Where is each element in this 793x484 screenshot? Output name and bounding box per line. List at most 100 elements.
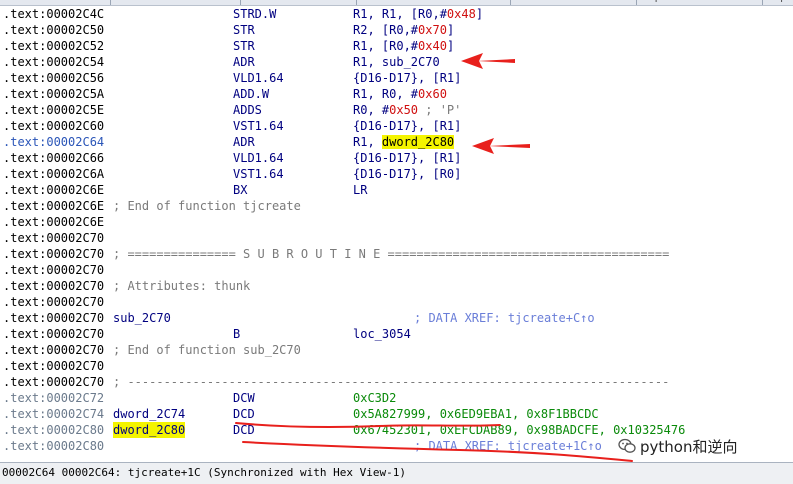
instruction-operands[interactable]: R1, dword_2C80 xyxy=(353,134,455,150)
data-xref-comment[interactable]: ; DATA XREF: tjcreate+1C↑o xyxy=(414,438,602,454)
tab-structures[interactable]: Structures xyxy=(362,0,414,4)
line-address: .text:00002C6E xyxy=(3,215,105,229)
listing-line[interactable]: .text:00002C52 STR R1, [R0,#0x40] xyxy=(0,38,793,54)
instruction-mnemonic: DCD xyxy=(233,423,255,437)
listing-line[interactable]: .text:00002C70 xyxy=(0,358,793,374)
instruction-mnemonic: ADD.W xyxy=(233,87,270,101)
line-address: .text:00002C80 xyxy=(3,439,105,453)
instruction-operands[interactable]: LR xyxy=(353,182,367,198)
line-address: .text:00002C70 xyxy=(3,311,105,325)
operand-token: dword_2C80 xyxy=(381,135,455,149)
instruction-operands[interactable]: R0, #0x50 ; 'P' xyxy=(353,102,461,118)
line-address: .text:00002C70 xyxy=(3,359,105,373)
tab-expor[interactable]: Expor xyxy=(768,0,793,4)
operand-token: LR xyxy=(353,183,368,197)
listing-line[interactable]: .text:00002C50 STR R2, [R0,#0x70] xyxy=(0,22,793,38)
listing-line[interactable]: .text:00002C70 ; End of function sub_2C70 xyxy=(0,342,793,358)
operand-token: ] xyxy=(446,23,455,37)
tab-separator xyxy=(110,0,111,5)
instruction-mnemonic: DCW xyxy=(233,391,255,405)
listing-line[interactable]: .text:00002C74 dword_2C74 DCD 0x5A827999, 0… xyxy=(0,406,793,422)
listing-line[interactable]: .text:00002C6E BX LR xyxy=(0,182,793,198)
listing-line[interactable]: .text:00002C60 VST1.64 {D16-D17}, [R1] xyxy=(0,118,793,134)
data-xref-comment[interactable]: ; DATA XREF: tjcreate+C↑o xyxy=(414,310,595,326)
instruction-operands[interactable]: R1, [R0,#0x40] xyxy=(353,38,454,54)
operand-token: R1, sub_2C70 xyxy=(353,55,440,69)
operand-token: R1, R1, [R0,# xyxy=(353,7,447,21)
tab-enums[interactable]: Enums xyxy=(516,0,550,4)
tab-separator xyxy=(356,0,357,5)
tab-pseudocode-a[interactable]: Pseudocode-A xyxy=(116,0,186,4)
operand-token: ] xyxy=(475,7,484,21)
tab-hex-view-1[interactable]: Hex View-1 xyxy=(246,0,302,4)
line-address: .text:00002C56 xyxy=(3,71,105,85)
tab-imports[interactable]: Imports xyxy=(642,0,680,4)
tab-view-a[interactable]: View-A xyxy=(6,0,40,4)
code-label[interactable]: dword_2C74 xyxy=(113,406,185,422)
operand-token: 0x60 xyxy=(418,87,447,101)
listing-line[interactable]: .text:00002C64 ADR R1, dword_2C80 xyxy=(0,134,793,150)
line-address: .text:00002C6E xyxy=(3,183,105,197)
code-label[interactable]: dword_2C80 xyxy=(113,422,186,438)
line-address: .text:00002C50 xyxy=(3,23,105,37)
operand-token: 0x40 xyxy=(418,39,447,53)
line-address: .text:00002C5E xyxy=(3,103,105,117)
operand-token: {D16-D17}, [R0] xyxy=(353,167,462,181)
listing-line[interactable]: .text:00002C6A VST1.64 {D16-D17}, [R0] xyxy=(0,166,793,182)
line-address: .text:00002C70 xyxy=(3,375,105,389)
listing-line[interactable]: .text:00002C72 DCW 0xC3D2 xyxy=(0,390,793,406)
disassembly-listing[interactable]: .text:00002C4C STRD.W R1, R1, [R0,#0x48] .t… xyxy=(0,6,793,462)
listing-line[interactable]: .text:00002C54 ADR R1, sub_2C70 xyxy=(0,54,793,70)
operand-token: R2, [R0,# xyxy=(353,23,419,37)
listing-line[interactable]: .text:00002C56 VLD1.64 {D16-D17}, [R1] xyxy=(0,70,793,86)
listing-line[interactable]: .text:00002C5A ADD.W R1, R0, #0x60 xyxy=(0,86,793,102)
listing-line[interactable]: .text:00002C70 ; Attributes: thunk xyxy=(0,278,793,294)
listing-line[interactable]: .text:00002C6E xyxy=(0,214,793,230)
line-comment: ; End of function sub_2C70 xyxy=(113,343,301,357)
instruction-operands[interactable]: {D16-D17}, [R0] xyxy=(353,166,461,182)
instruction-operands[interactable]: R1, R0, #0x60 xyxy=(353,86,447,102)
instruction-operands[interactable]: R1, sub_2C70 xyxy=(353,54,440,70)
listing-line[interactable]: .text:00002C5E ADDS R0, #0x50 ; 'P' xyxy=(0,102,793,118)
instruction-mnemonic: STR xyxy=(233,39,255,53)
instruction-operands[interactable]: {D16-D17}, [R1] xyxy=(353,150,461,166)
listing-line[interactable]: .text:00002C70 xyxy=(0,230,793,246)
code-label[interactable]: sub_2C70 xyxy=(113,310,171,326)
operand-token: R1, [R0,# xyxy=(353,39,419,53)
line-comment: ; End of function tjcreate xyxy=(113,199,301,213)
listing-line[interactable]: .text:00002C70 ; =============== S U B R … xyxy=(0,246,793,262)
line-address: .text:00002C6A xyxy=(3,167,105,181)
operand-token: ; 'P' xyxy=(418,103,462,117)
instruction-operands[interactable]: R2, [R0,#0x70] xyxy=(353,22,454,38)
instruction-operands[interactable]: loc_3054 xyxy=(353,326,411,342)
line-address: .text:00002C74 xyxy=(3,407,105,421)
line-address: .text:00002C5A xyxy=(3,87,105,101)
instruction-mnemonic: VST1.64 xyxy=(233,167,284,181)
instruction-mnemonic: VLD1.64 xyxy=(233,71,284,85)
instruction-operands[interactable]: {D16-D17}, [R1] xyxy=(353,70,461,86)
instruction-mnemonic: VLD1.64 xyxy=(233,151,284,165)
tab-separator xyxy=(636,0,637,5)
line-comment: ; --------------------------------------… xyxy=(113,375,670,389)
line-comment: ; =============== S U B R O U T I N E ==… xyxy=(113,247,670,261)
listing-line[interactable]: .text:00002C70 Bloc_3054 xyxy=(0,326,793,342)
listing-line[interactable]: .text:00002C70 xyxy=(0,262,793,278)
line-address: .text:00002C70 xyxy=(3,247,105,261)
instruction-operands[interactable]: R1, R1, [R0,#0x48] xyxy=(353,6,483,22)
listing-line[interactable]: .text:00002C4C STRD.W R1, R1, [R0,#0x48] xyxy=(0,6,793,22)
instruction-operands[interactable]: {D16-D17}, [R1] xyxy=(353,118,461,134)
instruction-operands[interactable]: 0x5A827999, 0x6ED9EBA1, 0x8F1BBCDC xyxy=(353,406,599,422)
instruction-operands[interactable]: 0xC3D2 xyxy=(353,390,396,406)
line-address: .text:00002C4C xyxy=(3,7,105,21)
listing-line[interactable]: .text:00002C70 ; ------------------------… xyxy=(0,374,793,390)
listing-line[interactable]: .text:00002C70 sub_2C70 ; DATA XREF: tjcre… xyxy=(0,310,793,326)
listing-line[interactable]: .text:00002C70 xyxy=(0,294,793,310)
operand-token: {D16-D17}, [R1] xyxy=(353,71,462,85)
instruction-mnemonic: ADDS xyxy=(233,103,262,117)
status-bar: 00002C64 00002C64: tjcreate+1C (Synchron… xyxy=(0,462,793,484)
instruction-mnemonic: ADR xyxy=(233,55,255,69)
listing-line[interactable]: .text:00002C6E ; End of function tjcreate xyxy=(0,198,793,214)
listing-line[interactable]: .text:00002C66 VLD1.64 {D16-D17}, [R1] xyxy=(0,150,793,166)
line-address: .text:00002C70 xyxy=(3,231,105,245)
status-text: 00002C64 00002C64: tjcreate+1C (Synchron… xyxy=(2,466,406,479)
